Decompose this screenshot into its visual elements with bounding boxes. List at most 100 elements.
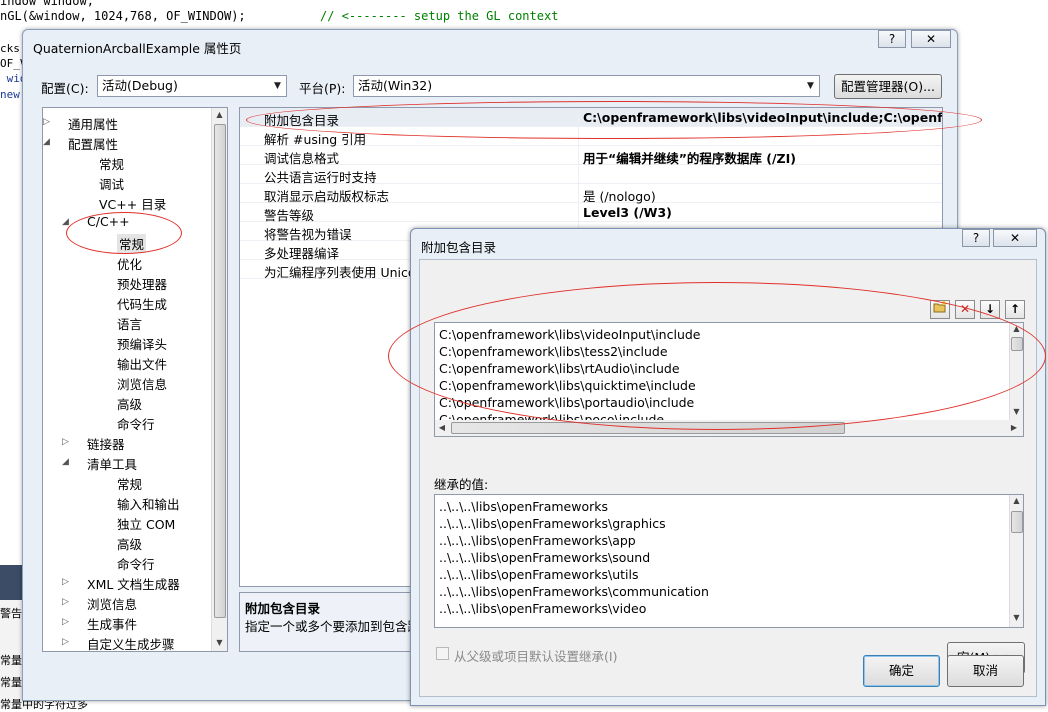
help-button[interactable]: ? — [962, 229, 990, 247]
config-select-value: 活动(Debug) — [102, 78, 178, 93]
tree-item[interactable]: 语言 — [117, 314, 142, 333]
tree-item[interactable]: 独立 COM — [117, 514, 175, 533]
list-item[interactable]: ..\..\..\libs\openFrameworks — [439, 499, 608, 514]
list-item[interactable]: C:\openframework\libs\portaudio\include — [439, 395, 694, 410]
new-folder-icon[interactable] — [930, 300, 950, 319]
list-scrollbar[interactable]: ▲ ▼ — [1009, 495, 1023, 627]
tree-item[interactable]: C/C++ — [87, 214, 130, 229]
chevron-down-icon: ▼ — [807, 81, 814, 91]
list-item[interactable]: C:\openframework\libs\rtAudio\include — [439, 361, 680, 376]
column-divider — [578, 165, 579, 183]
tree-item[interactable]: 通用属性 — [68, 114, 118, 133]
property-row[interactable]: 取消显示启动版权标志是 (/nologo) — [240, 184, 942, 204]
list-item[interactable]: C:\openframework\libs\videoInput\include — [439, 327, 701, 342]
tree-item[interactable]: 输入和输出 — [117, 494, 180, 513]
scroll-thumb[interactable] — [1011, 511, 1023, 533]
list-item[interactable]: ..\..\..\libs\openFrameworks\sound — [439, 550, 650, 565]
tree-item[interactable]: XML 文档生成器 — [87, 574, 180, 593]
move-down-icon[interactable]: ↓ — [980, 300, 1000, 319]
list-item[interactable]: C:\openframework\libs\tess2\include — [439, 344, 668, 359]
tree-item[interactable]: 高级 — [117, 534, 142, 553]
hscroll-thumb[interactable] — [451, 422, 845, 434]
include-directories-dialog: 附加包含目录 ? ✕ ✕ ↓ ↑ C:\openframework\libs\v… — [410, 228, 1046, 706]
tree-item[interactable]: 预编译头 — [117, 334, 167, 353]
scroll-left-icon[interactable]: ◀ — [437, 423, 447, 432]
tree-item[interactable]: 清单工具 — [87, 454, 137, 473]
scroll-down-icon[interactable]: ▼ — [1010, 407, 1023, 416]
list-item[interactable]: ..\..\..\libs\openFrameworks\app — [439, 533, 636, 548]
tree-item[interactable]: 链接器 — [87, 434, 125, 453]
tree-item[interactable]: 预处理器 — [117, 274, 167, 293]
property-value[interactable]: C:\openframework\libs\videoInput\include… — [583, 110, 942, 125]
scroll-thumb[interactable] — [214, 124, 226, 618]
collapse-arrow-icon[interactable]: ◢ — [62, 217, 69, 227]
tree-item[interactable]: 自定义生成步骤 — [87, 634, 175, 651]
property-row[interactable]: 解析 #using 引用 — [240, 127, 942, 147]
property-row[interactable]: 调试信息格式 用于“编辑并继续”的程序数据库 (/ZI) — [240, 146, 942, 166]
tree-item[interactable]: 优化 — [117, 254, 142, 273]
scroll-up-icon[interactable]: ▲ — [1010, 324, 1023, 333]
tree-item[interactable]: 常规 — [99, 154, 124, 173]
scroll-right-icon[interactable]: ▶ — [1009, 423, 1019, 432]
tree-item[interactable]: 生成事件 — [87, 614, 137, 633]
property-value[interactable]: Level3 (/W3) — [583, 205, 672, 220]
tree-item[interactable]: 浏览信息 — [117, 374, 167, 393]
list-item[interactable]: C:\openframework\libs\quicktime\include — [439, 378, 696, 393]
move-up-icon[interactable]: ↑ — [1005, 300, 1025, 319]
expand-arrow-icon[interactable]: ▷ — [62, 617, 69, 627]
platform-select[interactable]: 活动(Win32) ▼ — [353, 75, 820, 97]
property-name: 为汇编程序列表使用 Unicode — [264, 265, 432, 280]
expand-arrow-icon[interactable]: ▷ — [62, 437, 69, 447]
tree-item[interactable]: 命令行 — [117, 414, 155, 433]
code-fragment: cks — [0, 42, 20, 55]
tree-item[interactable]: 浏览信息 — [87, 594, 137, 613]
close-button[interactable]: ✕ — [993, 229, 1037, 247]
list-item[interactable]: ..\..\..\libs\openFrameworks\graphics — [439, 516, 666, 531]
tree-item[interactable]: 常规 — [117, 234, 147, 253]
platform-select-value: 活动(Win32) — [358, 78, 433, 93]
config-manager-button[interactable]: 配置管理器(O)... — [834, 74, 942, 99]
close-button[interactable]: ✕ — [911, 30, 951, 48]
expand-arrow-icon[interactable]: ▷ — [62, 637, 69, 647]
scroll-up-icon[interactable]: ▲ — [1010, 496, 1023, 505]
tree-item[interactable]: VC++ 目录 — [99, 194, 166, 213]
list-item[interactable]: ..\..\..\libs\openFrameworks\video — [439, 601, 646, 616]
collapse-arrow-icon[interactable]: ◢ — [62, 457, 69, 467]
tree-item[interactable]: 常规 — [117, 474, 142, 493]
list-scrollbar[interactable]: ▲ ▼ — [1009, 323, 1023, 420]
expand-arrow-icon[interactable]: ▷ — [62, 577, 69, 587]
collapse-arrow-icon[interactable]: ◢ — [43, 137, 50, 147]
dialog-title: QuaternionArcballExample 属性页 — [33, 41, 242, 56]
expand-arrow-icon[interactable]: ▷ — [62, 597, 69, 607]
delete-icon[interactable]: ✕ — [955, 300, 975, 319]
expand-arrow-icon[interactable]: ▷ — [43, 117, 50, 127]
list-item[interactable]: ..\..\..\libs\openFrameworks\utils — [439, 567, 638, 582]
tree-scrollbar[interactable]: ▲ ▼ — [211, 108, 227, 651]
dialog-title: 附加包含目录 — [421, 240, 497, 255]
chevron-down-icon: ▼ — [274, 81, 281, 91]
help-button[interactable]: ? — [878, 30, 906, 48]
property-row[interactable]: 附加包含目录 C:\openframework\libs\videoInput\i… — [240, 108, 942, 128]
description-text: 指定一个或多个要添加到包含路 — [245, 619, 421, 634]
property-tree[interactable]: ▷ 通用属性 ◢ 配置属性 常规 调试 VC++ 目录 ◢ C/C++ 常规 优化 预处理器 代码生成语… — [42, 107, 228, 652]
list-item[interactable]: ..\..\..\libs\openFrameworks\communicati… — [439, 584, 709, 599]
tree-item[interactable]: 代码生成 — [117, 294, 167, 313]
scroll-thumb[interactable] — [1011, 337, 1023, 351]
property-row[interactable]: 公共语言运行时支持 — [240, 165, 942, 185]
scroll-down-icon[interactable]: ▼ — [1010, 613, 1023, 622]
list-hscrollbar[interactable]: ◀ ▶ — [435, 420, 1023, 436]
ok-button[interactable]: 确定 — [863, 655, 940, 687]
scroll-down-icon[interactable]: ▼ — [212, 638, 227, 647]
inherited-values-list[interactable]: ..\..\..\libs\openFrameworks ..\..\..\lib… — [434, 494, 1024, 628]
property-row[interactable]: 警告等级 Level3 (/W3) — [240, 203, 942, 223]
include-path-list[interactable]: C:\openframework\libs\videoInput\include… — [434, 322, 1024, 437]
inherit-checkbox[interactable] — [436, 647, 449, 660]
tree-item[interactable]: 输出文件 — [117, 354, 167, 373]
scroll-up-icon[interactable]: ▲ — [212, 110, 227, 119]
cancel-button[interactable]: 取消 — [947, 655, 1024, 687]
tree-item[interactable]: 调试 — [99, 174, 124, 193]
tree-item[interactable]: 高级 — [117, 394, 142, 413]
config-select[interactable]: 活动(Debug) ▼ — [97, 75, 287, 97]
tree-item[interactable]: 配置属性 — [68, 134, 118, 153]
tree-item[interactable]: 命令行 — [117, 554, 155, 573]
